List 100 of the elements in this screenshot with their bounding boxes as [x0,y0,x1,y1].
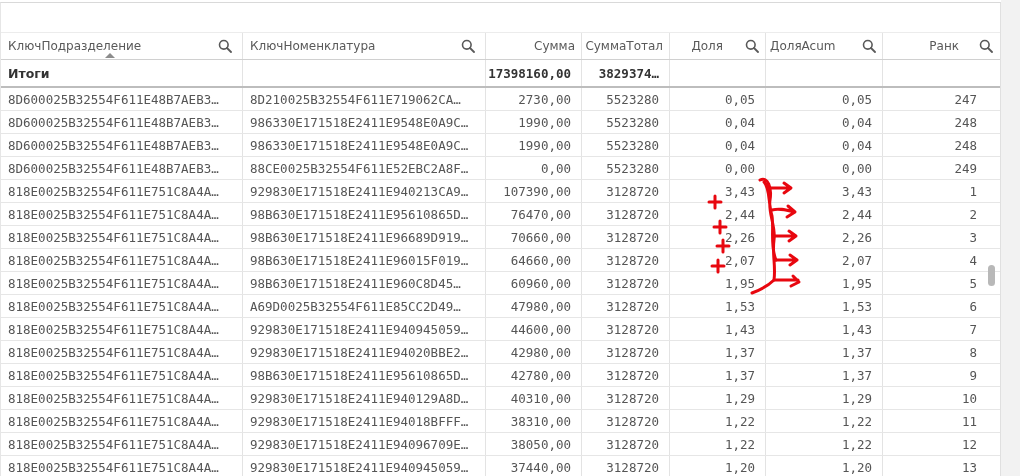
table-cell: 98B630E171518E2411E960C8D45… [243,272,486,294]
search-icon[interactable] [745,39,759,53]
column-header[interactable]: ДоляAcum [766,33,883,59]
column-header[interactable]: СуммаТотал [582,33,670,59]
column-header[interactable]: КлючПодразделение [1,33,243,59]
table-cell: 818E0025B32554F611E751C8A4A… [1,433,243,455]
table-cell-text: 8 [968,343,978,362]
table-cell: 929830E171518E2411E94096709E… [243,433,486,455]
table-cell: 818E0025B32554F611E751C8A4A… [1,249,243,271]
table-cell: 40310,00 [486,387,582,409]
table-cell: 76470,00 [486,203,582,225]
table-cell-text: 13 [960,458,978,476]
arrow-mark [768,181,793,195]
table-cell: 2,26 [766,226,883,248]
table-cell: 1,53 [766,295,883,317]
table-cell: 3128720 [582,272,670,294]
table-cell: 818E0025B32554F611E751C8A4A… [1,226,243,248]
plus-mark [712,219,728,235]
table-cell: 1,95 [670,272,766,294]
table-cell: 42780,00 [486,364,582,386]
column-header[interactable]: Сумма [486,33,582,59]
table-cell: 2,07 [766,249,883,271]
totals-cell: Итоги [1,60,243,86]
table-cell: 1990,00 [486,111,582,133]
table-cell: 0,00 [670,157,766,179]
table-cell: 8D600025B32554F611E48B7AEB3… [1,88,243,110]
column-header[interactable]: КлючНоменклатура [243,33,486,59]
table-cell: 818E0025B32554F611E751C8A4A… [1,364,243,386]
table-cell: 70660,00 [486,226,582,248]
plus-mark [710,258,726,274]
column-header[interactable]: Ранк [883,33,999,59]
table-cell: 8D600025B32554F611E48B7AEB3… [1,157,243,179]
search-icon[interactable] [979,39,993,53]
table-cell: 818E0025B32554F611E751C8A4A… [1,203,243,225]
table-cell: 38050,00 [486,433,582,455]
table-cell-text: 1 [968,182,978,201]
arrow-mark [770,204,797,219]
table-cell: 42980,00 [486,341,582,363]
table-cell: 2,07 [670,249,766,271]
table-cell: 3,43 [670,180,766,202]
table-cell: 818E0025B32554F611E751C8A4A… [1,318,243,340]
table-cell: 1,43 [766,318,883,340]
table-cell: 2730,00 [486,88,582,110]
table-cell: 8D600025B32554F611E48B7AEB3… [1,111,243,133]
table-cell: 1,37 [766,341,883,363]
table-cell-text: 10 [960,389,978,408]
table-cell: 2,26 [670,226,766,248]
table-cell: 107390,00 [486,180,582,202]
scrollbar-thumb[interactable] [988,265,995,286]
table-cell: 5523280 [582,88,670,110]
arrow-mark [772,274,801,288]
table-cell: 3128720 [582,249,670,271]
table-cell: 818E0025B32554F611E751C8A4A… [1,272,243,294]
table-cell: 818E0025B32554F611E751C8A4A… [1,387,243,409]
table-cell: 0,00 [486,157,582,179]
table-cell: 2,44 [670,203,766,225]
table-cell: 1,22 [766,433,883,455]
table-cell: A69D0025B32554F611E85CC2D49… [243,295,486,317]
table-cell: 1,37 [670,341,766,363]
table-cell: 2,44 [766,203,883,225]
table-cell: 1,22 [670,410,766,432]
table-cell-text: 4 [968,251,978,270]
table-cell: 3,43 [766,180,883,202]
table-cell: 47980,00 [486,295,582,317]
table-cell: 1,95 [766,272,883,294]
table-cell: 98B630E171518E2411E95610865D… [243,364,486,386]
column-header[interactable]: Доля [670,33,766,59]
table-cell: 5523280 [582,134,670,156]
table-cell: 5523280 [582,157,670,179]
table-cell: 818E0025B32554F611E751C8A4A… [1,341,243,363]
table-cell: 3128720 [582,364,670,386]
table-cell: 37440,00 [486,456,582,476]
arrow-mark [773,253,799,267]
table-cell: 98B630E171518E2411E96689D919… [243,226,486,248]
table-cell: 818E0025B32554F611E751C8A4A… [1,410,243,432]
table-cell: 88CE0025B32554F611E52EBC2A8F… [243,157,486,179]
table-cell: 3128720 [582,341,670,363]
table-cell: 929830E171518E2411E940945059… [243,318,486,340]
sort-indicator-icon [104,53,115,58]
table-cell: 8D600025B32554F611E48B7AEB3… [1,134,243,156]
table-cell: 1990,00 [486,134,582,156]
table-cell: 3128720 [582,203,670,225]
table-cell: 929830E171518E2411E940213CA9… [243,180,486,202]
totals-cell: 17398160,00 [486,60,582,86]
table-cell: 818E0025B32554F611E751C8A4A… [1,295,243,317]
search-icon[interactable] [862,39,876,53]
table-cell: 0,05 [670,88,766,110]
table-cell-text: 9 [968,366,978,385]
table-cell: 3128720 [582,226,670,248]
table-cell: 818E0025B32554F611E751C8A4A… [1,180,243,202]
table-cell: 60960,00 [486,272,582,294]
table-cell: 44600,00 [486,318,582,340]
table-cell-text: 248 [953,136,978,155]
table-cell: 3128720 [582,456,670,476]
search-icon[interactable] [461,39,475,53]
table-cell: 0,04 [766,134,883,156]
table-cell-text: 6 [968,297,978,316]
table-cell-text: 11 [960,412,978,431]
search-icon[interactable] [218,39,232,53]
table-cell-text: 2 [968,205,978,224]
